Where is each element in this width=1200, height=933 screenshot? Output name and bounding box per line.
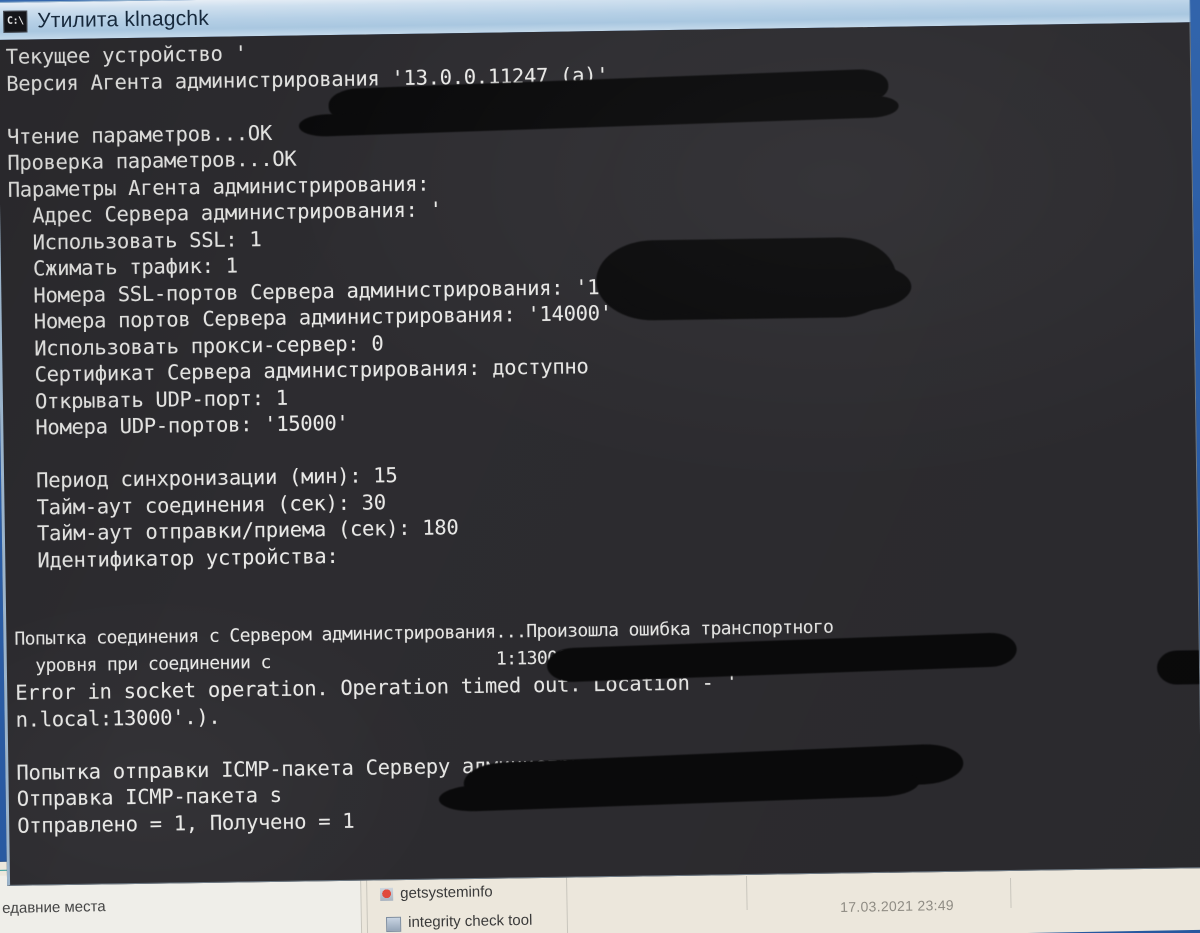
console-text: Текущее устройство ' Версия Агента админи… <box>6 26 1200 886</box>
file-timestamp: 17.03.2021 23:49 <box>840 896 955 915</box>
list-item-integrity-check-tool[interactable]: integrity check tool <box>408 912 533 931</box>
redaction-error-location <box>1156 649 1200 685</box>
getsysteminfo-icon <box>380 887 394 901</box>
recent-places-label[interactable]: едавние места <box>2 898 106 917</box>
redaction-server-address-2 <box>620 262 912 315</box>
console-icon: C:\ <box>3 10 28 33</box>
klnagchk-console-window: C:\ Утилита klnagchk ✕ Текущее устройств… <box>0 0 1200 886</box>
integrity-check-tool-icon <box>386 916 402 932</box>
window-title: Утилита klnagchk <box>37 6 210 32</box>
list-item-getsysteminfo[interactable]: getsysteminfo <box>400 883 493 902</box>
screenshot-root: едавние места getsysteminfo integrity ch… <box>0 0 1200 933</box>
console-output-area[interactable]: Текущее устройство ' Версия Агента админи… <box>0 22 1200 886</box>
